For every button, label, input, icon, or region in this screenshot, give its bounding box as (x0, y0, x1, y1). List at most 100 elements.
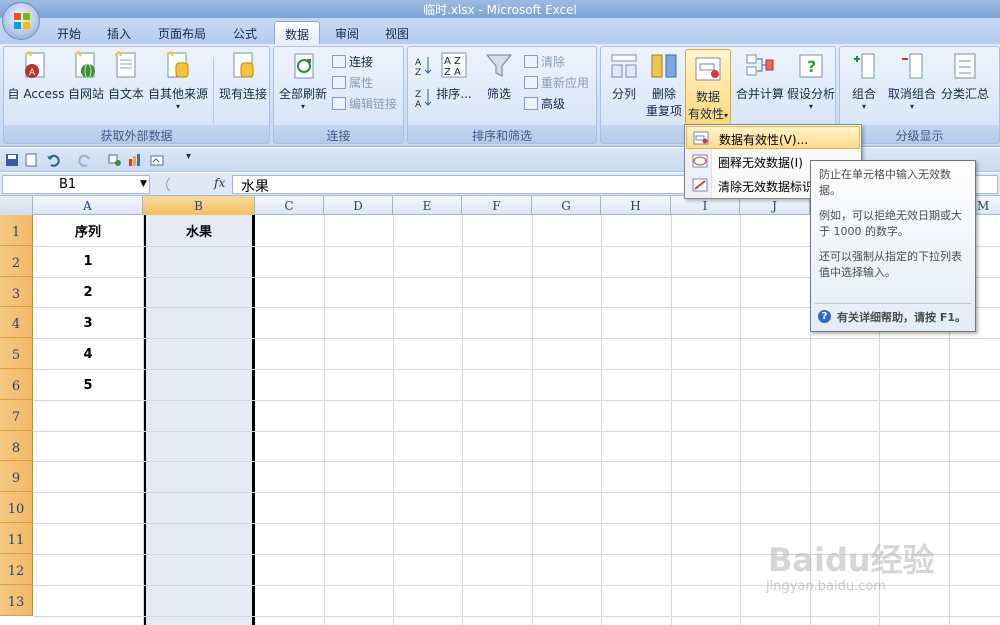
divider (213, 57, 214, 127)
title-bar: 临时.xlsx - Microsoft Excel (0, 0, 1000, 18)
group-label: 组合 (851, 87, 876, 101)
column-header-c[interactable]: C (255, 196, 324, 215)
column-header-h[interactable]: H (601, 196, 671, 215)
customize-qat-icon[interactable]: ▾ (186, 151, 191, 162)
what-if-analysis-button[interactable]: ? 假设分析 ▾ (787, 51, 835, 111)
save-icon[interactable] (5, 153, 19, 167)
expand-handle-icon[interactable] (156, 176, 176, 193)
clear-filter-button[interactable]: 清除 (524, 53, 565, 70)
tab-formulas[interactable]: 公式 (228, 21, 262, 44)
menu-item-data-validation[interactable]: 数据有效性(V)... (686, 126, 860, 149)
access-icon: A (24, 51, 45, 78)
web-globe-icon (74, 51, 95, 79)
tab-insert[interactable]: 插入 (102, 21, 136, 44)
column-header-g[interactable]: G (532, 196, 601, 215)
sort-asc-button[interactable]: AZ (412, 55, 436, 80)
from-web-button[interactable]: 自网站 (66, 51, 106, 102)
row-header-4[interactable]: 4 (0, 307, 33, 338)
sort-label: 排序... (436, 87, 472, 101)
name-box[interactable]: B1 (2, 175, 150, 194)
tab-page-layout[interactable]: 页面布局 (152, 21, 212, 44)
row-header-3[interactable]: 3 (0, 277, 33, 307)
cell-a4[interactable]: 3 (33, 316, 143, 331)
row-header-2[interactable]: 2 (0, 246, 33, 277)
office-button[interactable] (2, 2, 40, 40)
existing-connections-button[interactable]: 现有连接 (216, 51, 270, 102)
reapply-button[interactable]: 重新应用 (524, 74, 589, 91)
row-header-10[interactable]: 10 (0, 492, 33, 523)
subtotal-button[interactable]: 分类汇总 (940, 51, 990, 102)
tab-data[interactable]: 数据 (274, 21, 320, 44)
form-icon[interactable] (150, 153, 164, 167)
watermark: Baidu经验 jingyan.baidu.com (760, 525, 1000, 625)
menu-item-circle-invalid-label: 圈释无效数据(I) (718, 156, 803, 170)
chevron-down-icon[interactable]: ▼ (140, 179, 147, 189)
menu-item-data-validation-label: 数据有效性(V)... (719, 133, 809, 147)
select-all-corner[interactable] (0, 196, 33, 215)
advanced-filter-button[interactable]: 高级 (524, 95, 565, 112)
sort-desc-button[interactable]: ZA (412, 87, 436, 112)
chevron-down-icon: ▾ (724, 111, 729, 120)
column-header-f[interactable]: F (462, 196, 532, 215)
sort-button[interactable]: A ZZ A 排序... (436, 51, 472, 102)
remove-duplicates-label-1: 删除 (651, 87, 676, 101)
existing-connections-icon (233, 52, 254, 78)
from-text-button[interactable]: 自文本 (106, 51, 146, 102)
connect-icon[interactable] (108, 153, 122, 167)
row-header-7[interactable]: 7 (0, 400, 33, 431)
refresh-all-button[interactable]: 全部刷新 ▾ (277, 51, 329, 111)
row-header-6[interactable]: 6 (0, 369, 33, 400)
filter-button[interactable]: 筛选 (480, 51, 518, 102)
tooltip-footer: ? 有关详细帮助，请按 F1。 (815, 303, 971, 327)
properties-icon (332, 76, 346, 89)
data-validation-label-1: 数据 (695, 90, 720, 104)
row-header-11[interactable]: 11 (0, 523, 33, 554)
connections-button[interactable]: 连接 (332, 53, 373, 70)
new-file-icon[interactable] (24, 153, 38, 167)
database-icon (166, 51, 189, 78)
row-header-1[interactable]: 1 (0, 215, 33, 246)
tab-view[interactable]: 视图 (380, 21, 414, 44)
column-header-a[interactable]: A (33, 196, 143, 215)
edit-links-button[interactable]: 编辑链接 (332, 95, 397, 112)
data-validation-icon (693, 131, 709, 145)
row-header-13[interactable]: 13 (0, 585, 33, 616)
cell-a3[interactable]: 2 (33, 285, 143, 300)
group-label-outline: 分级显示 (840, 125, 999, 143)
group-label-external-data: 获取外部数据 (4, 125, 269, 143)
cell-a6[interactable]: 5 (33, 378, 143, 393)
group-button[interactable]: 组合 ▾ (844, 51, 884, 111)
row-header-5[interactable]: 5 (0, 338, 33, 369)
ungroup-button[interactable]: 取消组合 ▾ (886, 51, 938, 111)
chart-icon[interactable] (128, 153, 142, 167)
cell-a5[interactable]: 4 (33, 347, 143, 362)
gridline (33, 338, 1000, 339)
data-validation-button[interactable]: 数据 有效性▾ (685, 49, 731, 125)
column-header-b[interactable]: B (143, 196, 255, 215)
insert-function-icon[interactable]: fx (214, 176, 225, 190)
undo-icon[interactable] (46, 153, 60, 167)
redo-icon[interactable] (78, 153, 92, 167)
remove-duplicates-button[interactable]: 删除 重复项 (645, 51, 683, 119)
tab-review[interactable]: 审阅 (330, 21, 364, 44)
properties-button[interactable]: 属性 (332, 74, 373, 91)
ungroup-label: 取消组合 (887, 87, 936, 101)
cell-b1[interactable]: 水果 (146, 221, 252, 240)
row-header-9[interactable]: 9 (0, 461, 33, 492)
cell-a2[interactable]: 1 (33, 254, 143, 269)
help-icon: ? (818, 310, 831, 323)
from-other-sources-button[interactable]: 自其他来源 ▾ (146, 51, 210, 111)
row-header-8[interactable]: 8 (0, 431, 33, 461)
cell-a1[interactable]: 序列 (33, 221, 143, 240)
gridline (33, 492, 1000, 493)
from-access-button[interactable]: A 自 Access (6, 51, 66, 102)
gridline (33, 461, 1000, 462)
tab-home[interactable]: 开始 (52, 21, 86, 44)
text-to-columns-button[interactable]: 分列 (605, 51, 643, 102)
consolidate-button[interactable]: 合并计算 (735, 51, 785, 102)
column-header-d[interactable]: D (324, 196, 393, 215)
column-header-e[interactable]: E (393, 196, 462, 215)
ribbon-tabs: 开始 插入 页面布局 公式 数据 审阅 视图 (0, 18, 1000, 44)
row-header-12[interactable]: 12 (0, 554, 33, 585)
watermark-logo: Baidu经验 (768, 541, 935, 579)
